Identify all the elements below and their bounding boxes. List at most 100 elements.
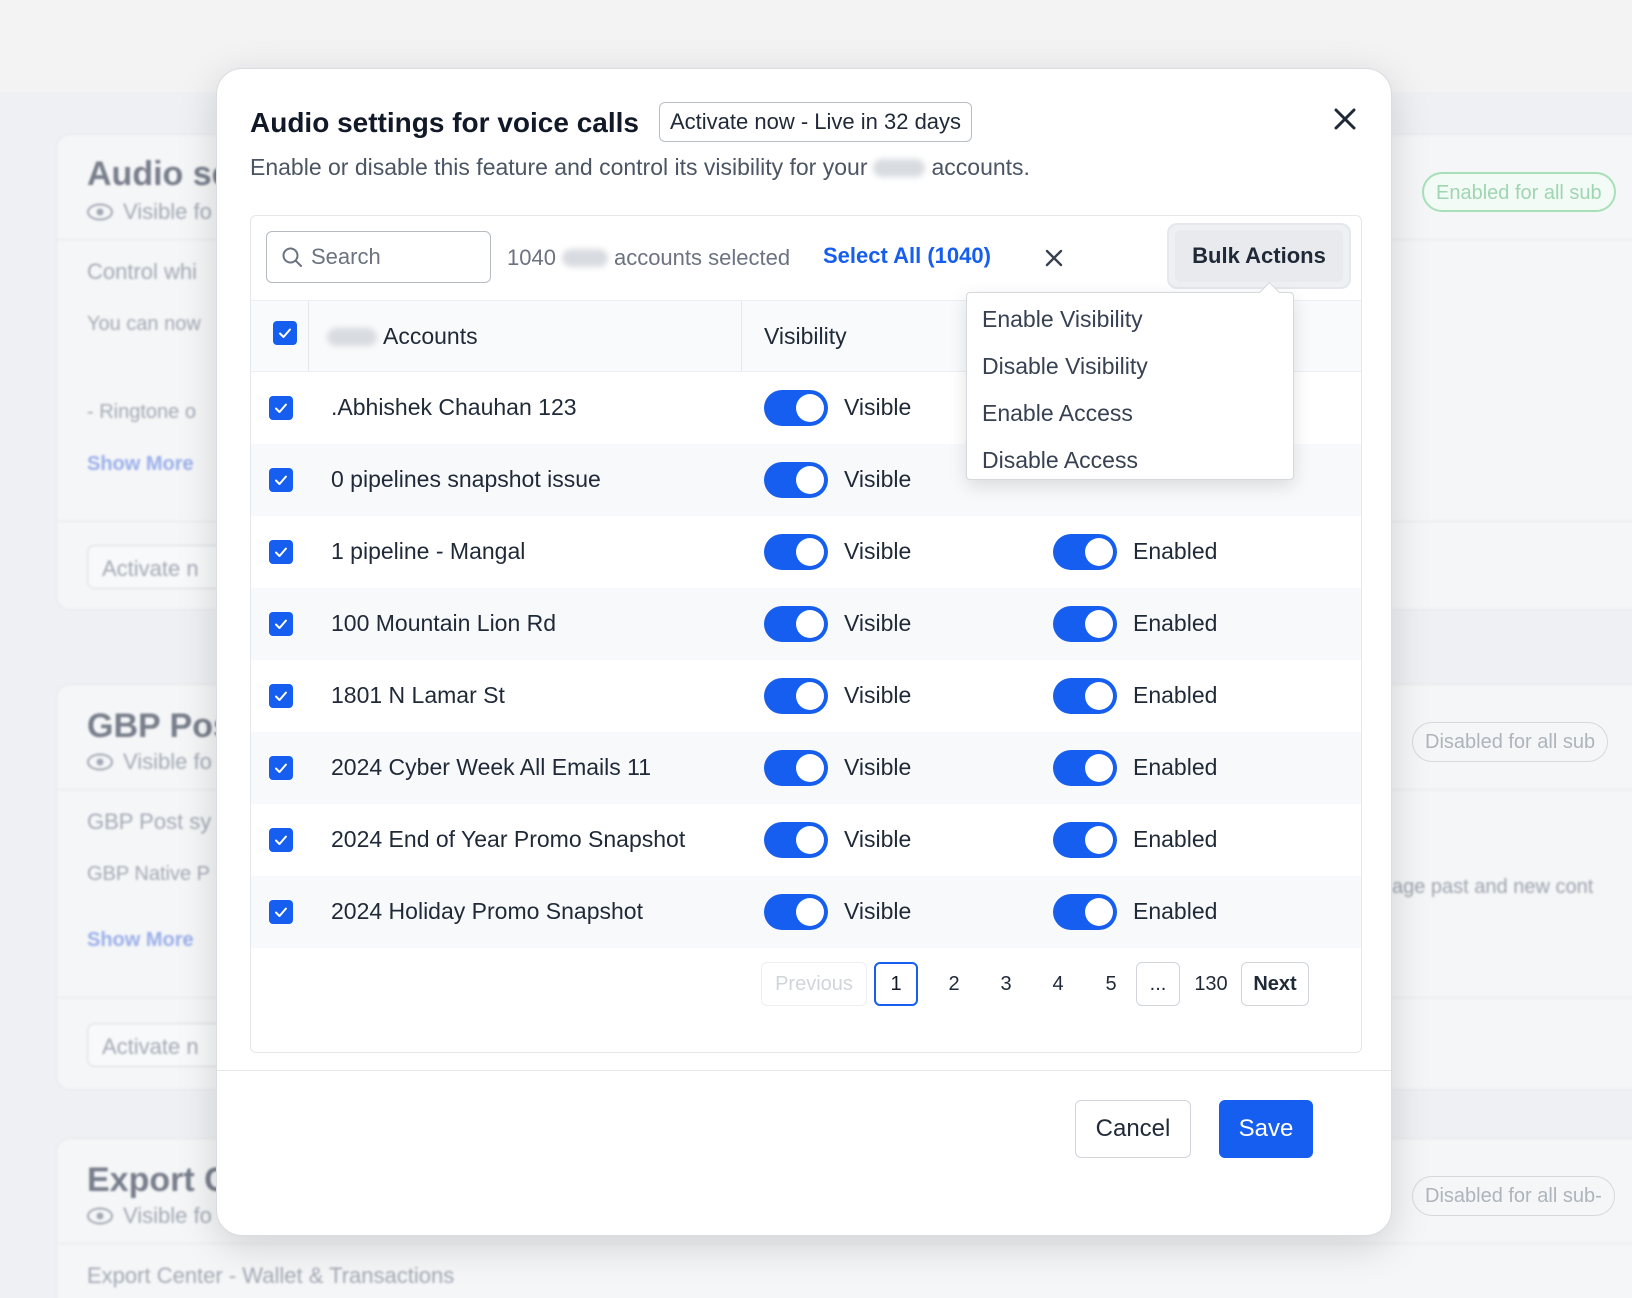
bg-card-line: You can now (87, 313, 201, 335)
bulk-actions-wrapper: Bulk Actions (1169, 225, 1349, 287)
bg-card-line: GBP Native P (87, 863, 211, 885)
bg-card-line-right: age past and new cont (1392, 876, 1594, 898)
close-icon[interactable] (1329, 103, 1361, 135)
visibility-label: Visible (844, 538, 912, 564)
account-name: 1 pipeline - Mangal (331, 538, 526, 564)
select-all-link[interactable]: Select All (1040) (823, 243, 991, 269)
access-label: Enabled (1133, 682, 1218, 708)
visibility-toggle[interactable] (764, 390, 828, 426)
visibility-toggle[interactable] (764, 894, 828, 930)
column-header-visibility: Visibility (764, 323, 847, 349)
next-page-button[interactable]: Next (1241, 962, 1309, 1006)
footer-divider (217, 1070, 1391, 1071)
page-button-4[interactable]: 4 (1036, 962, 1080, 1006)
checkmark-icon (275, 619, 287, 629)
bg-card-visibility: Visible fo (87, 749, 212, 775)
page-ellipsis-button[interactable]: ... (1136, 962, 1180, 1006)
visibility-label: Visible (844, 610, 912, 636)
account-name: 1801 N Lamar St (331, 682, 505, 708)
table-row: 2024 Holiday Promo Snapshot Visible Enab… (251, 876, 1361, 948)
table-row: 1 pipeline - Mangal Visible Enabled (251, 516, 1361, 588)
access-toggle[interactable] (1053, 894, 1117, 930)
audio-settings-modal: Audio settings for voice calls Activate … (216, 68, 1392, 1236)
access-toggle[interactable] (1053, 822, 1117, 858)
row-checkbox[interactable] (269, 468, 293, 492)
bg-status-badge: Disabled for all sub- (1412, 1176, 1615, 1216)
selected-count-number: 1040 (507, 245, 556, 270)
menu-item-disable-visibility[interactable]: Disable Visibility (967, 344, 1293, 391)
bg-card-visibility: Visible fo (87, 199, 212, 225)
redacted-word (561, 249, 608, 267)
bg-card-line: Export Center - Wallet & Transactions (87, 1263, 455, 1288)
clear-selection-icon[interactable] (1042, 246, 1066, 270)
search-input[interactable]: Search (266, 231, 491, 283)
row-checkbox[interactable] (269, 756, 293, 780)
row-checkbox[interactable] (269, 900, 293, 924)
pagination: Previous 1 2 3 4 5 ... 130 Next (251, 962, 1361, 1006)
access-toggle[interactable] (1053, 606, 1117, 642)
divider (57, 1243, 1632, 1244)
modal-title: Audio settings for voice calls (250, 107, 639, 138)
bg-card-visibility-text: Visible fo (123, 1203, 212, 1228)
checkmark-icon (275, 691, 287, 701)
redacted-word (327, 327, 377, 346)
bulk-actions-button[interactable]: Bulk Actions (1175, 230, 1343, 282)
page-button-3[interactable]: 3 (984, 962, 1028, 1006)
bg-card-visibility-text: Visible fo (123, 749, 212, 774)
account-name: 100 Mountain Lion Rd (331, 610, 557, 636)
access-toggle[interactable] (1053, 678, 1117, 714)
access-toggle[interactable] (1053, 534, 1117, 570)
visibility-toggle[interactable] (764, 462, 828, 498)
menu-item-enable-visibility[interactable]: Enable Visibility (967, 297, 1293, 344)
visibility-toggle[interactable] (764, 534, 828, 570)
subtitle-text: Enable or disable this feature and contr… (250, 154, 868, 180)
save-button[interactable]: Save (1219, 1100, 1313, 1158)
visibility-toggle[interactable] (764, 606, 828, 642)
row-checkbox[interactable] (269, 828, 293, 852)
row-checkbox[interactable] (269, 684, 293, 708)
checkmark-icon (275, 475, 287, 485)
row-checkbox[interactable] (269, 612, 293, 636)
visibility-toggle[interactable] (764, 678, 828, 714)
menu-item-disable-access[interactable]: Disable Access (967, 438, 1293, 485)
select-all-checkbox[interactable] (273, 321, 297, 345)
visibility-toggle[interactable] (764, 822, 828, 858)
visibility-label: Visible (844, 898, 912, 924)
subtitle-text-end: accounts. (931, 154, 1030, 180)
bg-card-title: Export C (87, 1161, 229, 1199)
eye-icon (87, 753, 113, 771)
cancel-button[interactable]: Cancel (1075, 1100, 1191, 1158)
checkmark-icon (275, 403, 287, 413)
column-divider (308, 301, 309, 371)
visibility-toggle[interactable] (764, 750, 828, 786)
menu-item-enable-access[interactable]: Enable Access (967, 391, 1293, 438)
row-checkbox[interactable] (269, 540, 293, 564)
column-header-accounts: Accounts (327, 323, 478, 350)
page-button-5[interactable]: 5 (1089, 962, 1133, 1006)
bg-card-title: Audio se (87, 155, 231, 193)
row-checkbox[interactable] (269, 396, 293, 420)
eye-icon (87, 203, 113, 221)
bg-status-badge: Disabled for all sub (1412, 722, 1609, 762)
visibility-label: Visible (844, 466, 912, 492)
access-label: Enabled (1133, 610, 1218, 636)
account-name: 0 pipelines snapshot issue (331, 466, 601, 492)
selected-count: 1040 accounts selected (507, 245, 790, 271)
bg-show-more-link[interactable]: Show More (87, 929, 194, 952)
redacted-word (873, 158, 926, 177)
modal-subtitle: Enable or disable this feature and contr… (250, 154, 1030, 181)
search-placeholder: Search (311, 244, 381, 269)
page-button-2[interactable]: 2 (932, 962, 976, 1006)
previous-page-button[interactable]: Previous (761, 962, 867, 1006)
access-label: Enabled (1133, 754, 1218, 780)
table-toolbar: Search 1040 accounts selected Select All… (251, 216, 1361, 300)
access-label: Enabled (1133, 898, 1218, 924)
page-button-1[interactable]: 1 (874, 962, 918, 1006)
bulk-actions-menu: Enable Visibility Disable Visibility Ena… (966, 292, 1294, 480)
access-toggle[interactable] (1053, 750, 1117, 786)
selected-count-suffix: accounts selected (613, 245, 791, 270)
page-button-last[interactable]: 130 (1184, 962, 1238, 1006)
bg-show-more-link[interactable]: Show More (87, 453, 194, 476)
checkmark-icon (275, 547, 287, 557)
visibility-label: Visible (844, 754, 912, 780)
